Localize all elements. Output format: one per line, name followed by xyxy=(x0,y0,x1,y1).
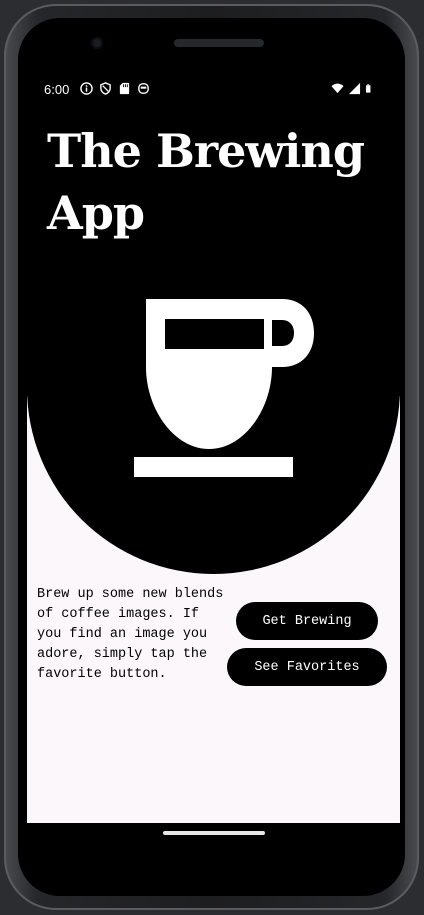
front-camera xyxy=(91,37,103,49)
shield-icon xyxy=(100,82,111,95)
home-indicator[interactable] xyxy=(163,831,265,835)
coffee-cup-icon xyxy=(134,299,314,477)
status-time: 6:00 xyxy=(44,82,70,97)
wifi-icon xyxy=(331,83,344,94)
app-description: Brew up some new blends of coffee images… xyxy=(37,587,224,682)
earpiece-speaker xyxy=(174,39,264,47)
status-bar: 6:00 xyxy=(27,66,400,112)
app-title: The Brewing App xyxy=(47,124,365,240)
battery-icon xyxy=(365,84,371,93)
cloud-sync-icon xyxy=(138,83,149,94)
cell-signal-icon xyxy=(348,82,361,95)
app-screen: 6:00 The Brewing App Brew up some new bl… xyxy=(27,66,400,823)
see-favorites-button[interactable]: See Favorites xyxy=(227,648,387,686)
get-brewing-button[interactable]: Get Brewing xyxy=(236,602,378,640)
sd-card-icon xyxy=(119,82,130,95)
status-system-icons xyxy=(331,82,374,95)
status-notification-icons xyxy=(80,82,150,95)
info-icon xyxy=(80,82,93,95)
